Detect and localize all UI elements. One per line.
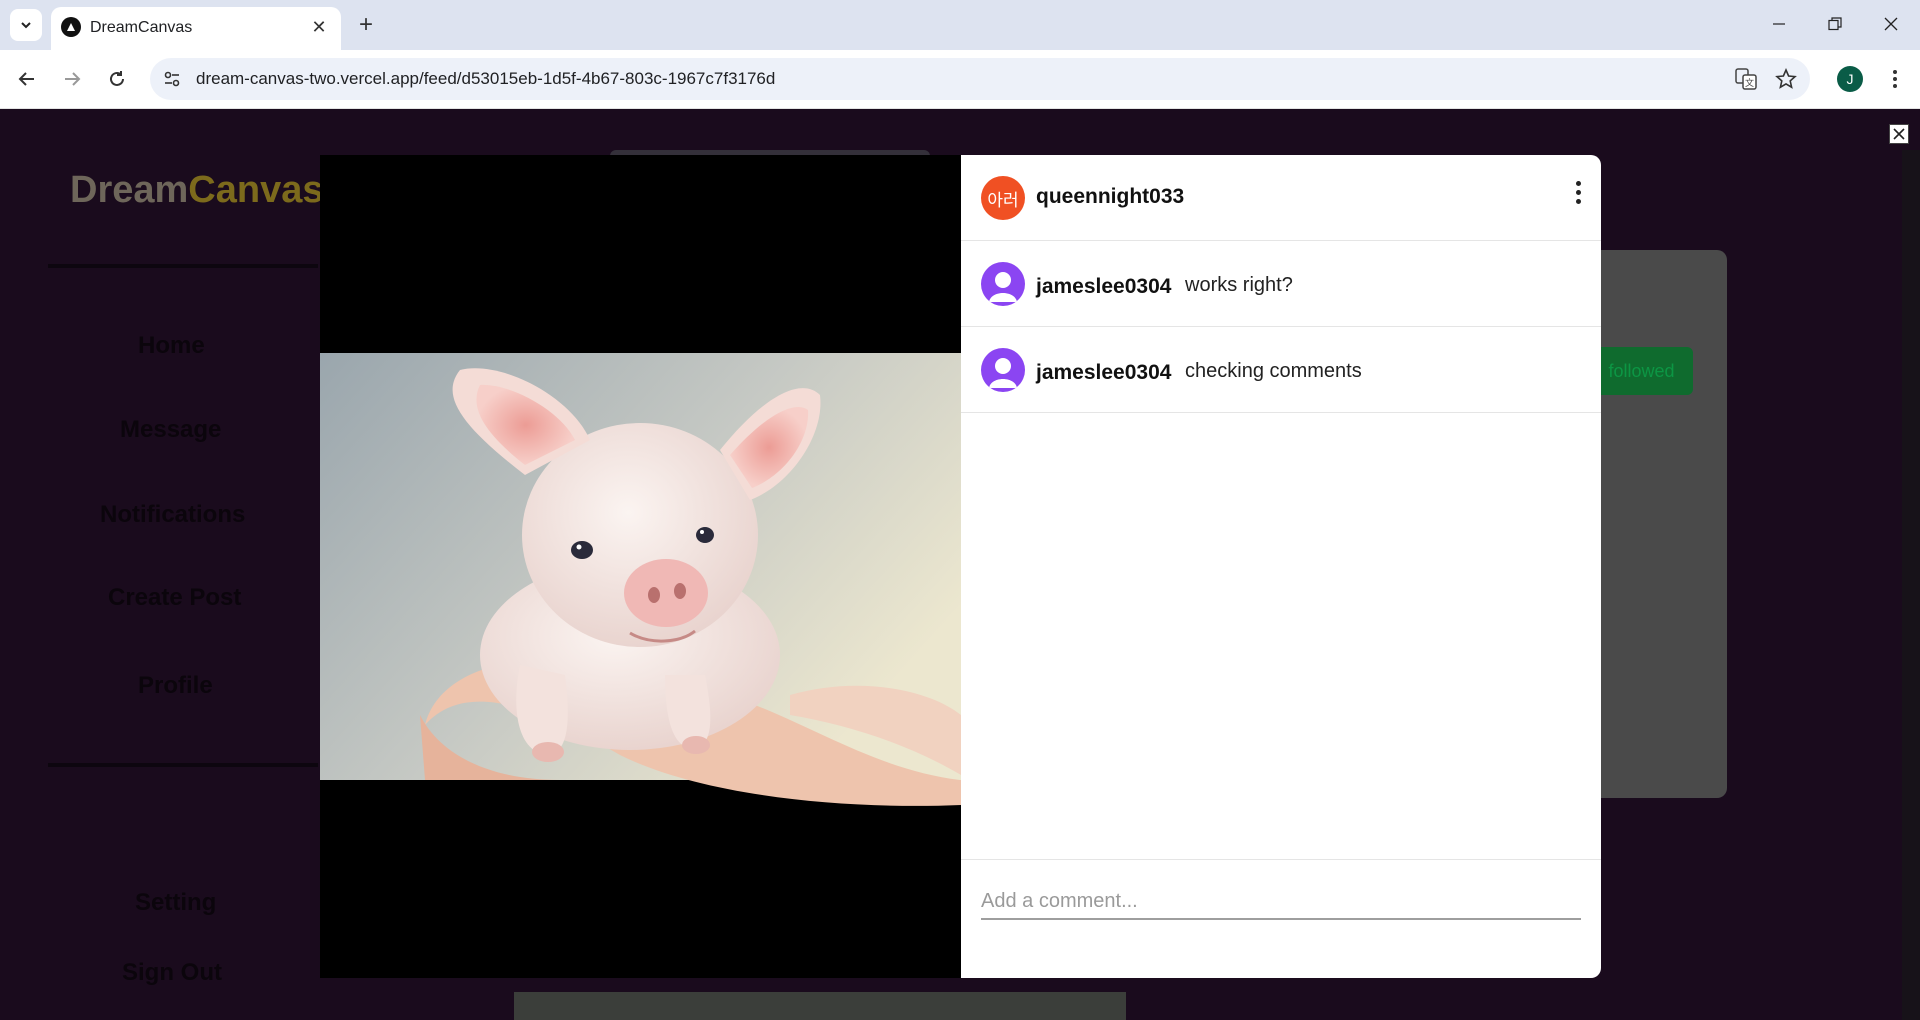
browser-tab[interactable]: DreamCanvas ✕ — [51, 7, 341, 50]
app-logo[interactable]: DreamCanvas — [70, 169, 324, 212]
comment-composer — [961, 859, 1601, 978]
close-icon — [1893, 128, 1905, 140]
browser-tabstrip: DreamCanvas ✕ + — [0, 0, 1920, 50]
sidebar-item-home[interactable]: Home — [138, 332, 205, 360]
restore-icon — [1828, 17, 1842, 31]
close-icon — [1884, 17, 1898, 31]
comment-username[interactable]: jameslee0304 — [1036, 275, 1171, 299]
author-username[interactable]: queennight033 — [1036, 185, 1184, 209]
more-options-icon[interactable] — [1566, 175, 1590, 209]
comment-input[interactable] — [981, 884, 1581, 920]
sidebar-item-setting[interactable]: Setting — [135, 889, 216, 917]
tab-title: DreamCanvas — [90, 19, 193, 36]
minimize-icon — [1773, 23, 1785, 25]
bookmark-star-icon[interactable] — [1774, 67, 1798, 91]
close-tab-icon[interactable]: ✕ — [307, 15, 331, 39]
sidebar-item-notifications[interactable]: Notifications — [100, 501, 245, 529]
sidebar-divider — [48, 264, 318, 268]
svg-text:文: 文 — [1745, 77, 1754, 89]
reload-button[interactable] — [100, 62, 134, 96]
arrow-right-icon — [65, 72, 81, 86]
sidebar-item-create-post[interactable]: Create Post — [108, 584, 241, 612]
reload-icon — [110, 71, 124, 86]
comment-item: jameslee0304 works right? — [961, 241, 1601, 327]
page-scrollbar[interactable] — [1902, 150, 1920, 1020]
forward-button[interactable] — [55, 62, 89, 96]
sidebar-item-profile[interactable]: Profile — [138, 672, 213, 700]
comment-item: jameslee0304 checking comments — [961, 327, 1601, 413]
browser-toolbar: dream-canvas-two.vercel.app/feed/d53015e… — [0, 50, 1920, 109]
sidebar-item-message[interactable]: Message — [120, 416, 221, 444]
sidebar-item-sign-out[interactable]: Sign Out — [122, 959, 222, 987]
post-header: 아러 queennight033 — [961, 155, 1601, 241]
close-modal-button[interactable] — [1889, 124, 1909, 144]
site-settings-icon[interactable] — [162, 69, 182, 89]
window-close-button[interactable] — [1868, 8, 1914, 40]
address-bar[interactable]: dream-canvas-two.vercel.app/feed/d53015e… — [150, 58, 1810, 100]
followed-button[interactable]: followed — [1590, 347, 1693, 395]
user-avatar-icon[interactable] — [981, 262, 1025, 306]
browser-menu-icon[interactable] — [1880, 64, 1910, 94]
favicon-icon — [61, 17, 81, 37]
profile-avatar[interactable]: J — [1837, 66, 1863, 92]
post-image-area — [320, 155, 961, 978]
sidebar-divider — [48, 763, 318, 767]
post-detail-panel: 아러 queennight033 jameslee0304 works righ… — [961, 155, 1601, 978]
comment-username[interactable]: jameslee0304 — [1036, 361, 1171, 385]
post-image — [320, 353, 961, 806]
back-button[interactable] — [10, 62, 44, 96]
post-modal: 아러 queennight033 jameslee0304 works righ… — [320, 155, 1601, 978]
author-avatar[interactable]: 아러 — [981, 176, 1025, 220]
minimize-button[interactable] — [1756, 8, 1802, 40]
arrow-left-icon — [18, 72, 34, 86]
feed-post-backdrop — [514, 992, 1126, 1020]
user-avatar-icon[interactable] — [981, 348, 1025, 392]
tab-search-button[interactable] — [10, 9, 42, 41]
restore-button[interactable] — [1812, 8, 1858, 40]
url-text[interactable]: dream-canvas-two.vercel.app/feed/d53015e… — [196, 69, 775, 89]
chevron-down-icon — [21, 22, 31, 29]
comment-text: works right? — [1185, 274, 1293, 296]
new-tab-button[interactable]: + — [352, 11, 380, 39]
translate-icon[interactable]: 文 — [1734, 67, 1758, 91]
comment-text: checking comments — [1185, 360, 1362, 382]
